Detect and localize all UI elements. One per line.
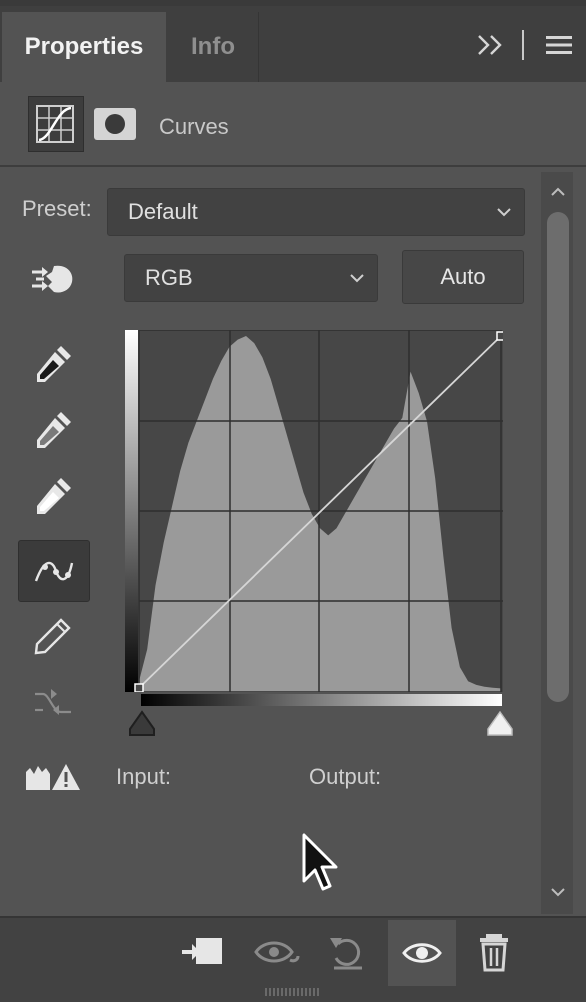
channel-value: RGB <box>145 265 193 290</box>
draw-pencil-icon <box>34 618 71 655</box>
clip-to-layer-icon[interactable] <box>178 932 226 972</box>
tab-properties[interactable]: Properties <box>2 12 166 82</box>
sample-gray-eyedropper[interactable] <box>18 400 88 460</box>
output-gradient-bar <box>125 330 138 692</box>
scroll-down-icon[interactable] <box>550 887 566 897</box>
panel-menu-icon[interactable] <box>546 35 572 55</box>
layer-mask-icon[interactable] <box>94 108 136 140</box>
visibility-button[interactable] <box>388 920 456 986</box>
tab-bar-icons <box>476 30 572 60</box>
black-point-slider-icon[interactable] <box>126 709 158 739</box>
edit-points-curve-icon <box>34 561 74 582</box>
white-point-slider-icon[interactable] <box>484 709 516 739</box>
view-previous-state-icon[interactable] <box>254 932 302 972</box>
chevron-down-icon <box>497 208 511 217</box>
curve-control-point[interactable] <box>134 683 144 692</box>
delete-icon[interactable] <box>472 932 520 972</box>
resize-grip[interactable] <box>265 988 321 996</box>
panel-tab-bar: Properties Info <box>0 6 586 82</box>
smooth-curve-icon <box>35 689 71 715</box>
expand-panels-icon[interactable] <box>476 33 504 57</box>
sample-black-eyedropper[interactable] <box>18 334 88 394</box>
sample-gray-eyedropper-icon <box>37 412 71 448</box>
edit-points-tool[interactable] <box>18 540 90 602</box>
tab-info[interactable]: Info <box>168 12 259 82</box>
preset-value: Default <box>128 199 198 224</box>
tab-divider <box>522 30 524 60</box>
reset-icon[interactable] <box>326 932 374 972</box>
adjustment-label: Curves <box>159 114 229 139</box>
on-image-adjust-icon[interactable] <box>28 262 78 296</box>
auto-button[interactable]: Auto <box>402 250 524 304</box>
curves-graph[interactable] <box>125 330 503 692</box>
scroll-thumb[interactable] <box>547 212 569 702</box>
output-label: Output: <box>309 764 382 789</box>
mouse-cursor-icon <box>302 833 338 891</box>
input-gradient-bar <box>141 694 502 706</box>
divider <box>0 165 586 167</box>
curve-control-point[interactable] <box>496 331 503 341</box>
smooth-curve-tool[interactable] <box>18 672 88 732</box>
visibility-eye-icon <box>402 943 442 963</box>
clipping-warning-icon[interactable] <box>24 760 82 794</box>
draw-pencil-tool[interactable] <box>18 606 88 666</box>
sample-white-eyedropper[interactable] <box>18 466 88 526</box>
adjustment-type-row: Curves <box>0 90 586 165</box>
chevron-down-icon <box>350 274 364 283</box>
channel-dropdown[interactable]: RGB <box>124 254 378 302</box>
input-label: Input: <box>116 764 172 789</box>
preset-label: Preset: <box>22 196 92 221</box>
sample-white-eyedropper-icon <box>37 478 71 514</box>
sample-black-eyedropper-icon <box>37 346 71 382</box>
preset-dropdown[interactable]: Default <box>107 188 525 236</box>
curves-adjustment-icon[interactable] <box>28 96 84 152</box>
scroll-up-icon[interactable] <box>550 187 566 197</box>
